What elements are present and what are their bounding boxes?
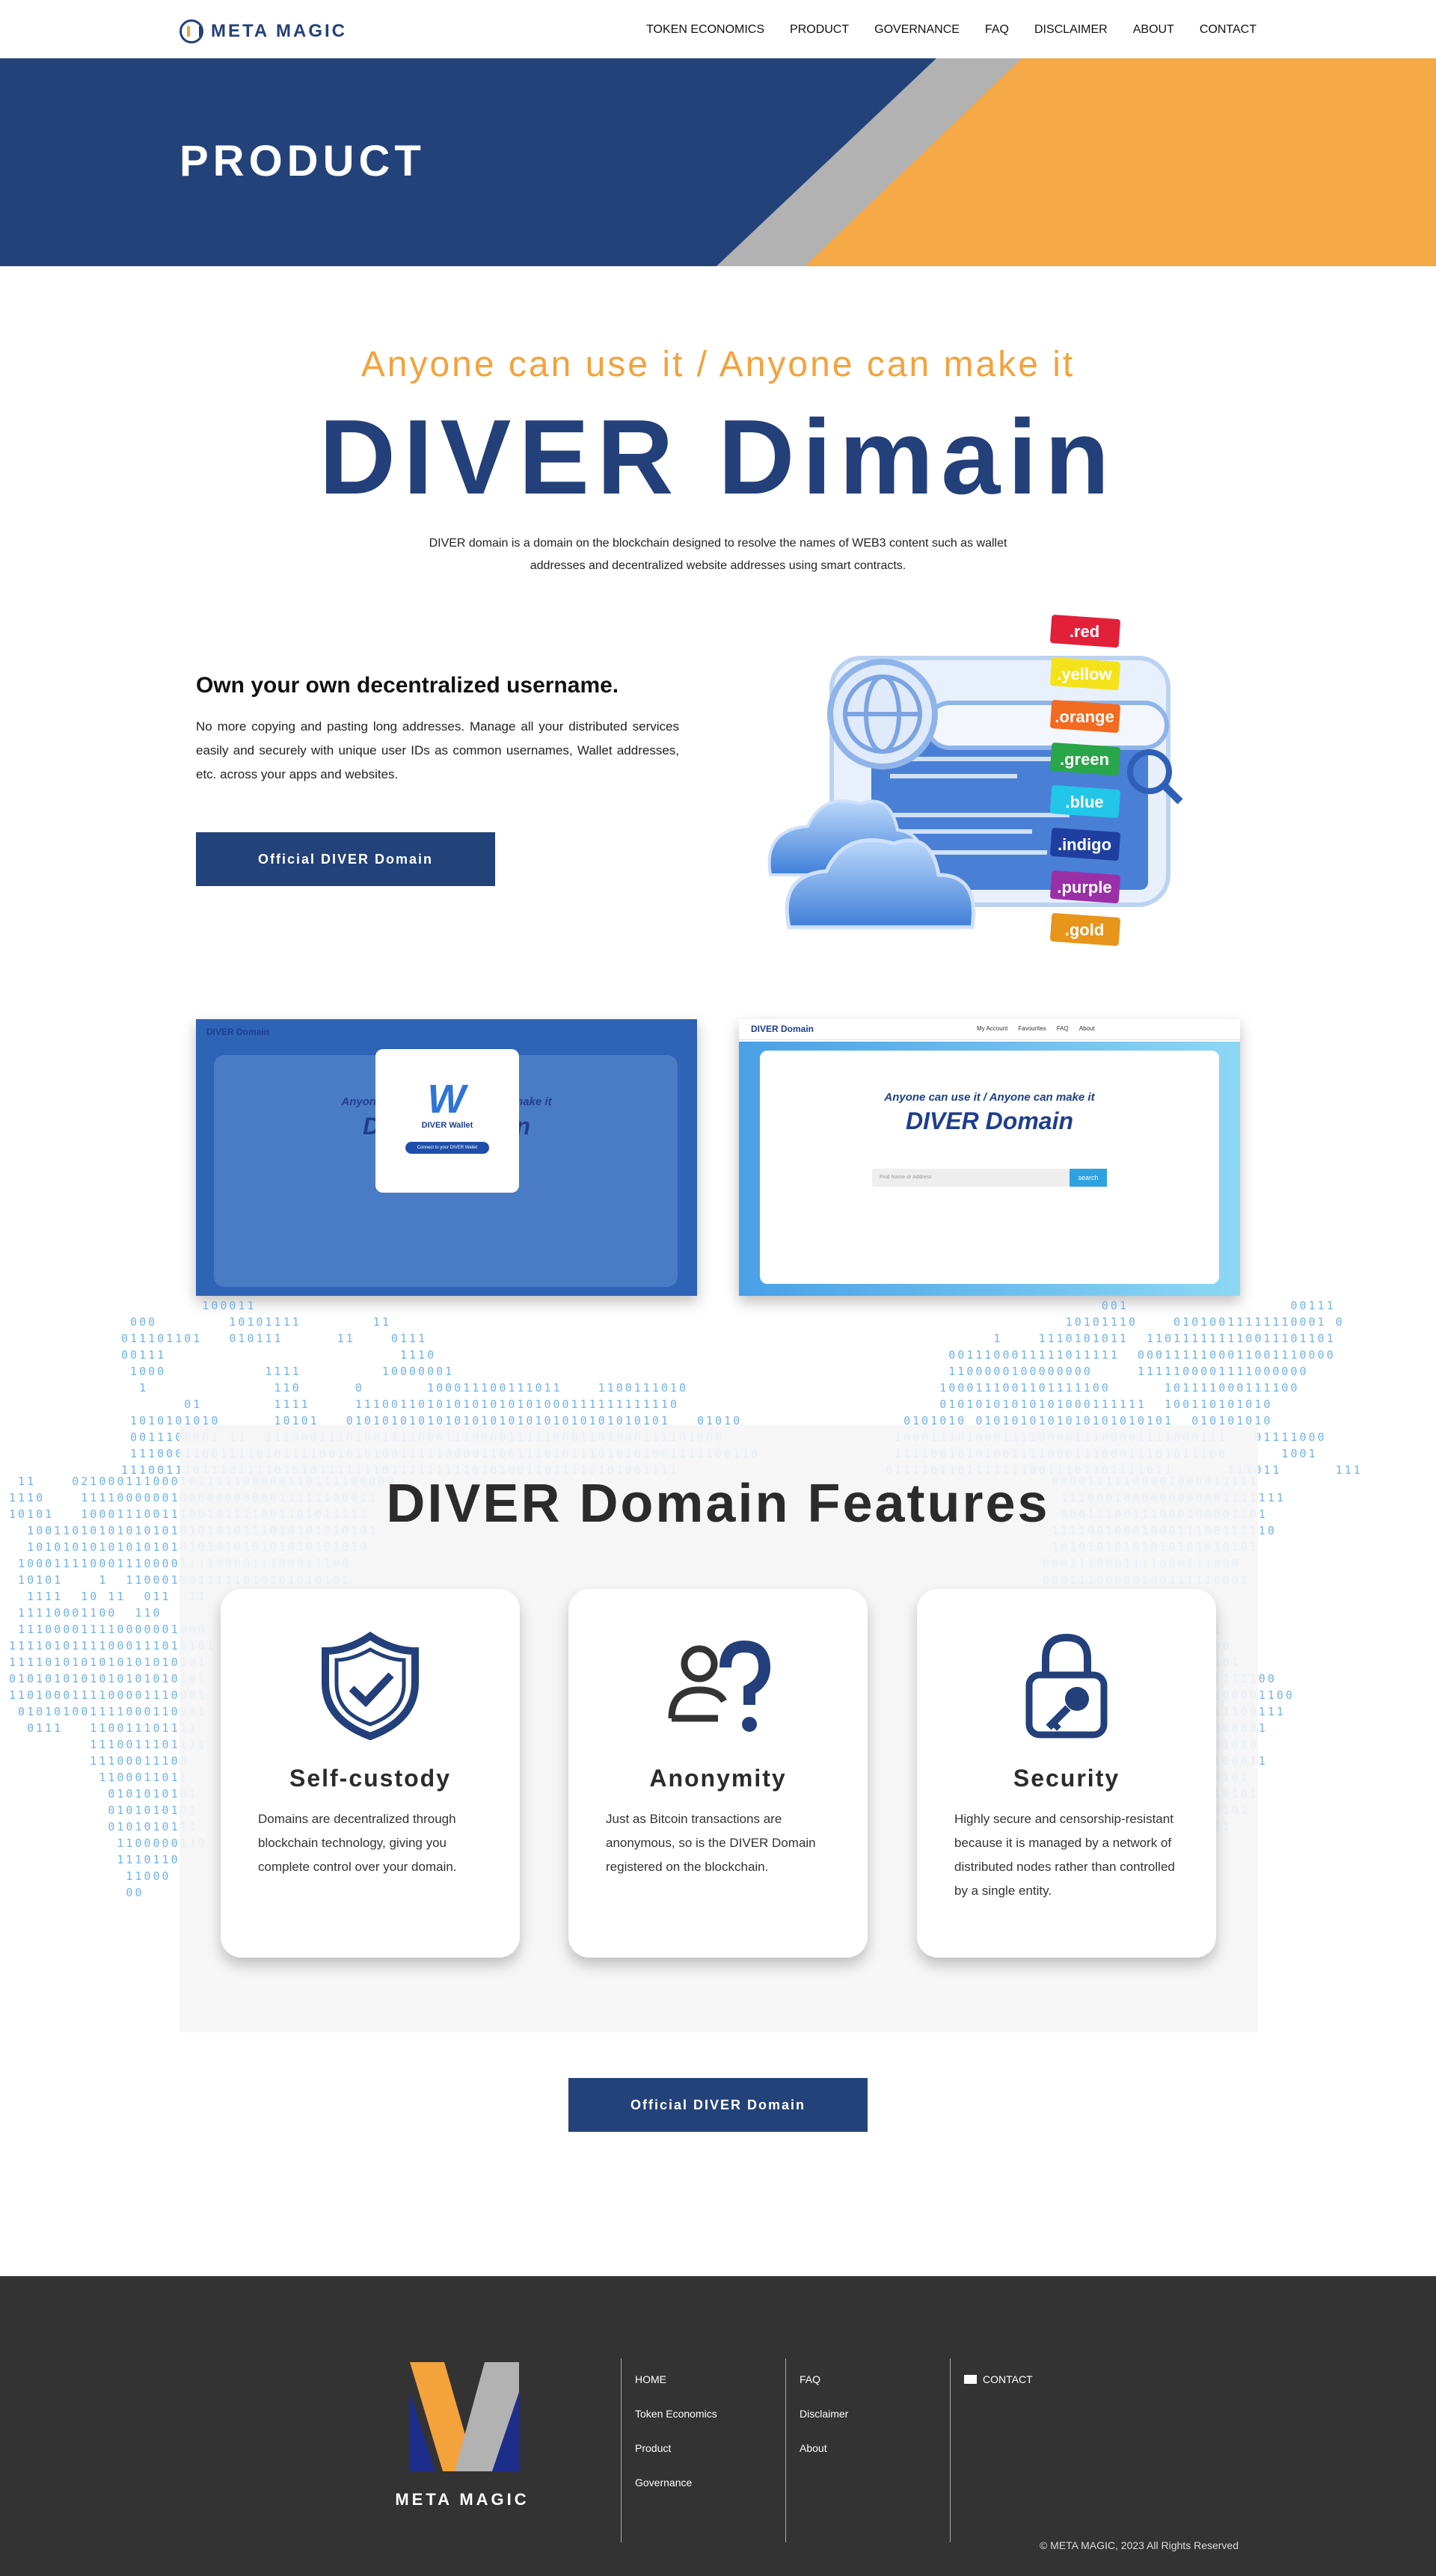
tag-yellow: .yellow	[1057, 665, 1112, 683]
meta-magic-logo-icon	[180, 19, 203, 43]
footer-link-product[interactable]: Product	[635, 2442, 717, 2462]
feature-card-self-custody: Self-custody Domains are decentralized t…	[221, 1589, 520, 1958]
tag-red: .red	[1070, 622, 1099, 641]
product-title: DIVER Dimain	[319, 398, 1117, 517]
mail-icon	[964, 2375, 977, 2384]
feature-text: Highly secure and censorship-resistant b…	[954, 1812, 1175, 1898]
feature-card-anonymity: Anonymity Just as Bitcoin transactions a…	[568, 1589, 868, 1958]
domain-search-screenshot: DIVER Domain My Account Favourites FAQ A…	[739, 1019, 1240, 1296]
shot-right-logo: DIVER Domain	[751, 1024, 814, 1034]
shot-right-nav: My Account Favourites FAQ About	[977, 1025, 1095, 1032]
lock-key-icon	[1025, 1633, 1108, 1739]
footer-link-contact[interactable]: CONTACT	[964, 2373, 1033, 2393]
footer-link-token-economics[interactable]: Token Economics	[635, 2408, 717, 2427]
nav-governance[interactable]: GOVERNANCE	[874, 23, 960, 37]
page-title: PRODUCT	[180, 137, 426, 185]
nav-about[interactable]: ABOUT	[1133, 23, 1174, 37]
diver-wallet-logo-icon: W	[427, 1077, 466, 1122]
meta-magic-footer-logo-icon	[410, 2362, 519, 2471]
brand-logo[interactable]: META MAGIC	[180, 19, 347, 43]
tag-blue: .blue	[1065, 793, 1103, 811]
footer-link-home[interactable]: HOME	[635, 2373, 717, 2393]
features-heading: DIVER Domain Features	[386, 1474, 1050, 1534]
shot-left-logo: DIVER Domain	[206, 1027, 270, 1037]
feature-card-security: Security Highly secure and censorship-re…	[917, 1589, 1216, 1958]
copyright: © META MAGIC, 2023 All Rights Reserved	[1039, 2539, 1239, 2551]
nav-disclaimer[interactable]: DISCLAIMER	[1034, 23, 1108, 37]
footer-links-column-2: FAQ Disclaimer About	[785, 2358, 848, 2542]
shot-nav-favourites: Favourites	[1018, 1025, 1046, 1032]
domain-illustration: .red .yellow .orange .green .blue .indig…	[767, 615, 1183, 946]
shot-right-title: DIVER Domain	[905, 1107, 1074, 1134]
footer-link-faq[interactable]: FAQ	[800, 2373, 848, 2393]
feature-title: Anonymity	[649, 1765, 787, 1792]
tag-indigo: .indigo	[1058, 835, 1111, 854]
footer: META MAGIC HOME Token Economics Product …	[0, 2276, 1436, 2576]
tag-green: .green	[1060, 750, 1109, 769]
wallet-modal: W DIVER Wallet Connect to your DIVER Wal…	[375, 1049, 519, 1193]
feature-text: Just as Bitcoin transactions are anonymo…	[606, 1812, 816, 1874]
tag-gold: .gold	[1065, 920, 1105, 939]
username-description: No more copying and pasting long address…	[196, 719, 679, 781]
official-domain-button-bottom[interactable]: Official DIVER Domain	[568, 2078, 868, 2132]
intro-text: DIVER domain is a domain on the blockcha…	[429, 537, 1007, 572]
domain-search-button[interactable]: search	[1070, 1169, 1107, 1187]
shield-check-icon	[322, 1631, 419, 1741]
tag-orange: .orange	[1055, 707, 1114, 726]
user-question-icon	[668, 1640, 770, 1732]
shot-nav-faq: FAQ	[1056, 1025, 1069, 1032]
footer-contact-column: CONTACT	[950, 2358, 1033, 2542]
top-nav: META MAGIC TOKEN ECONOMICS PRODUCT GOVER…	[0, 0, 1436, 58]
tagline: Anyone can use it / Anyone can make it	[360, 345, 1076, 384]
footer-link-governance[interactable]: Governance	[635, 2477, 717, 2496]
shot-nav-about: About	[1078, 1025, 1095, 1032]
feature-title: Security	[1013, 1765, 1120, 1792]
nav-faq[interactable]: FAQ	[985, 23, 1009, 37]
tag-purple: .purple	[1057, 878, 1111, 897]
feature-text: Domains are decentralized through blockc…	[258, 1812, 457, 1874]
username-heading: Own your own decentralized username.	[196, 673, 619, 698]
feature-title: Self-custody	[289, 1765, 452, 1792]
wallet-connect-screenshot: DIVER Domain Anyone can use it / Anyone …	[196, 1019, 697, 1296]
footer-link-about[interactable]: About	[800, 2442, 848, 2462]
footer-links-column-1: HOME Token Economics Product Governance	[621, 2358, 717, 2542]
nav-token-economics[interactable]: TOKEN ECONOMICS	[646, 23, 764, 37]
wallet-modal-title: DIVER Wallet	[421, 1121, 473, 1130]
nav-product[interactable]: PRODUCT	[790, 23, 849, 37]
domain-search-input[interactable]: Find Name or Address	[872, 1169, 1070, 1187]
footer-brand-name: META MAGIC	[395, 2490, 530, 2509]
page-hero-banner: PRODUCT	[0, 58, 1436, 266]
footer-link-disclaimer[interactable]: Disclaimer	[800, 2408, 848, 2427]
nav-contact[interactable]: CONTACT	[1200, 23, 1256, 37]
shot-right-tagline: Anyone can use it / Anyone can make it	[884, 1091, 1095, 1104]
main-menu: TOKEN ECONOMICS PRODUCT GOVERNANCE FAQ D…	[646, 23, 1256, 37]
official-domain-button[interactable]: Official DIVER Domain	[196, 832, 495, 886]
brand-name: META MAGIC	[211, 21, 347, 41]
connect-wallet-button[interactable]: Connect to your DIVER Wallet	[405, 1142, 489, 1154]
shot-nav-my-account: My Account	[977, 1025, 1008, 1032]
footer-contact-label: CONTACT	[983, 2373, 1033, 2385]
